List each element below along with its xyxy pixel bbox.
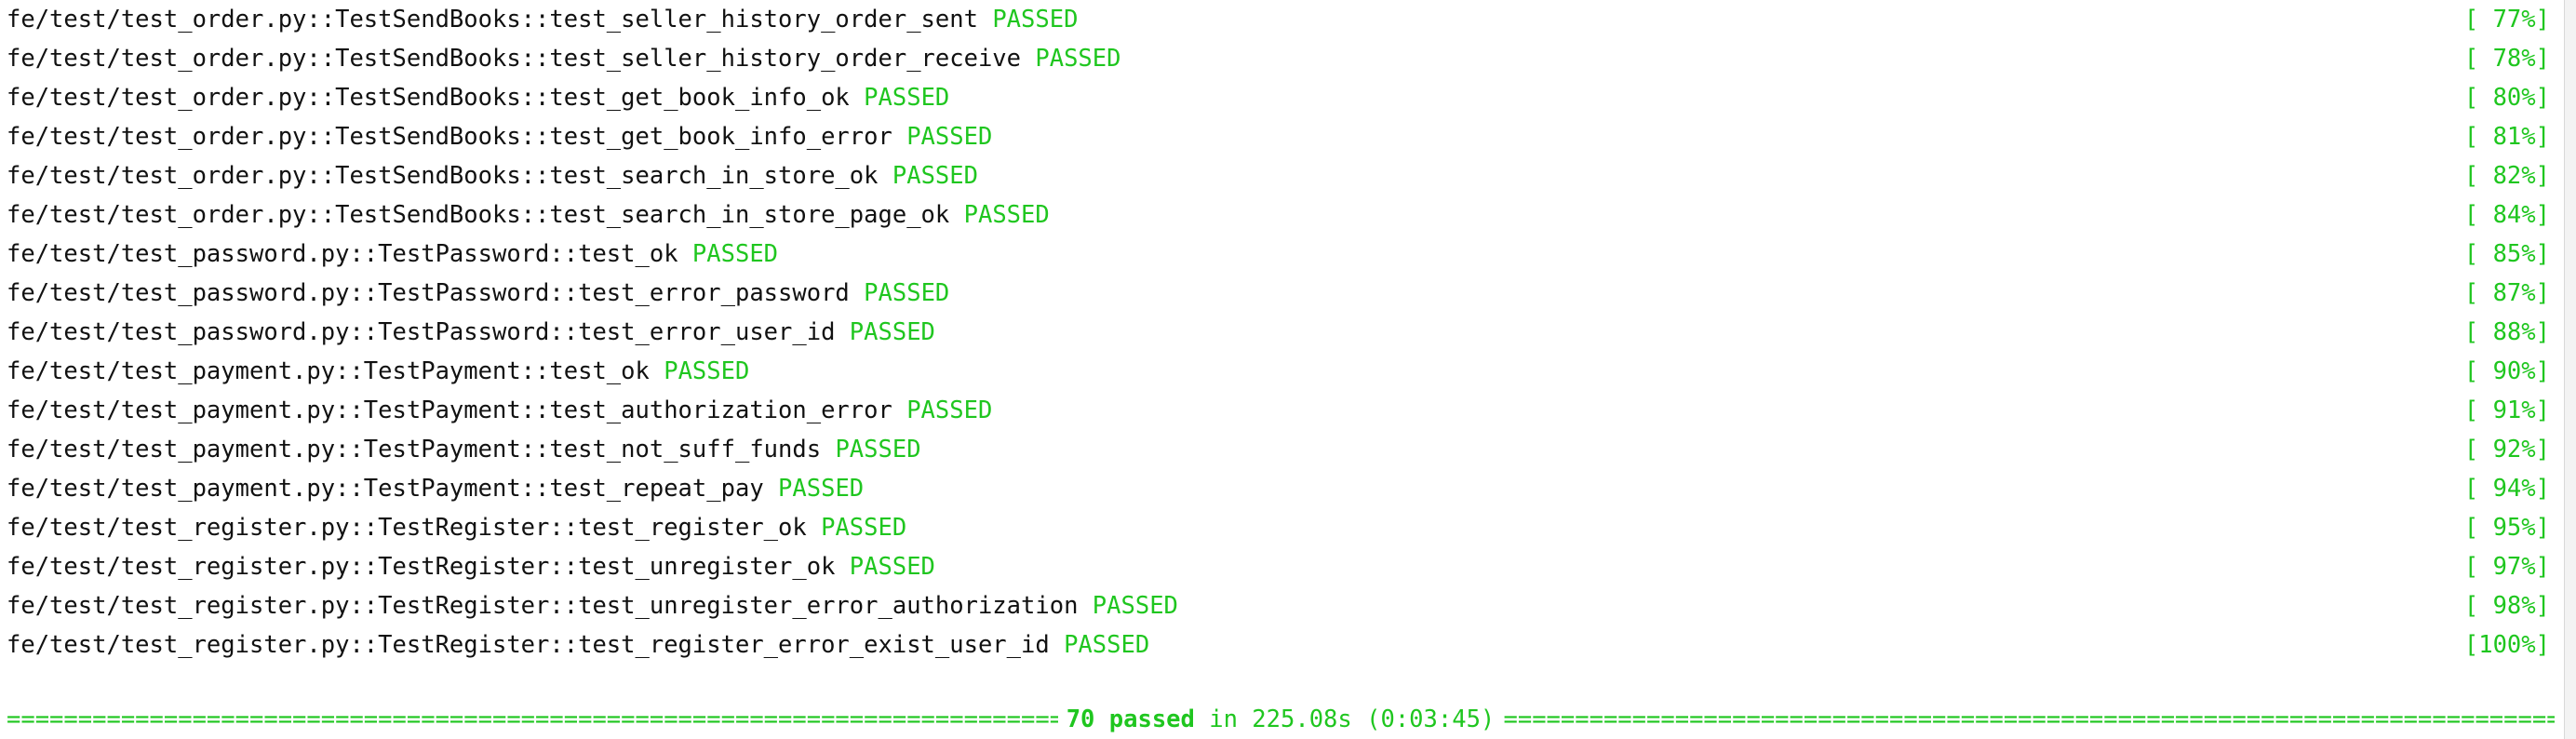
test-id: fe/test/test_password.py::TestPassword::… (7, 318, 836, 346)
test-id: fe/test/test_order.py::TestSendBooks::te… (7, 201, 950, 229)
test-id: fe/test/test_register.py::TestRegister::… (7, 631, 1050, 659)
test-progress: [ 77%] (2463, 6, 2550, 34)
test-progress: [ 97%] (2463, 553, 2550, 581)
test-id: fe/test/test_order.py::TestSendBooks::te… (7, 45, 1022, 73)
test-result-line: fe/test/test_order.py::TestSendBooks::te… (7, 0, 2564, 39)
test-status: PASSED (1064, 631, 1150, 659)
summary-count: 70 passed (1066, 705, 1195, 733)
test-progress: [ 85%] (2463, 240, 2550, 268)
test-id: fe/test/test_register.py::TestRegister::… (7, 553, 836, 581)
test-progress: [ 98%] (2463, 592, 2550, 620)
test-status: PASSED (664, 357, 750, 385)
test-id: fe/test/test_register.py::TestRegister::… (7, 592, 1079, 620)
test-id: fe/test/test_password.py::TestPassword::… (7, 279, 850, 307)
test-status: PASSED (849, 553, 935, 581)
test-id: fe/test/test_payment.py::TestPayment::te… (7, 396, 892, 424)
test-progress: [ 80%] (2463, 84, 2550, 112)
test-status: PASSED (778, 475, 865, 503)
test-result-line: fe/test/test_payment.py::TestPayment::te… (7, 352, 2564, 391)
test-progress: [ 95%] (2463, 514, 2550, 542)
summary-line: ========================================… (7, 700, 2555, 739)
summary-duration: in 225.08s (0:03:45) (1209, 705, 1496, 733)
test-result-line: fe/test/test_order.py::TestSendBooks::te… (7, 39, 2564, 78)
test-id: fe/test/test_order.py::TestSendBooks::te… (7, 6, 978, 34)
summary-text: 70 passed in 225.08s (0:03:45) (1058, 700, 1504, 739)
test-id: fe/test/test_order.py::TestSendBooks::te… (7, 123, 892, 151)
test-progress: [ 81%] (2463, 123, 2550, 151)
test-result-line: fe/test/test_order.py::TestSendBooks::te… (7, 117, 2564, 156)
test-result-line: fe/test/test_payment.py::TestPayment::te… (7, 430, 2564, 469)
test-status: PASSED (963, 201, 1050, 229)
terminal-output: fe/test/test_order.py::TestSendBooks::te… (0, 0, 2564, 739)
test-progress: [ 82%] (2463, 162, 2550, 190)
test-result-line: fe/test/test_order.py::TestSendBooks::te… (7, 78, 2564, 117)
test-status: PASSED (864, 84, 950, 112)
test-status: PASSED (691, 240, 779, 268)
test-status: PASSED (892, 162, 978, 190)
test-id: fe/test/test_password.py::TestPassword::… (7, 240, 678, 268)
test-result-line: fe/test/test_order.py::TestSendBooks::te… (7, 195, 2564, 235)
test-result-line: fe/test/test_register.py::TestRegister::… (7, 625, 2564, 665)
test-progress: [ 88%] (2463, 318, 2550, 346)
summary-rule-left: ========================================… (7, 705, 1058, 733)
test-status: PASSED (992, 6, 1079, 34)
test-status: PASSED (821, 514, 907, 542)
test-progress: [100%] (2463, 631, 2550, 659)
test-progress: [ 78%] (2463, 45, 2550, 73)
test-id: fe/test/test_order.py::TestSendBooks::te… (7, 84, 850, 112)
test-result-line: fe/test/test_password.py::TestPassword::… (7, 274, 2564, 313)
test-result-line: fe/test/test_payment.py::TestPayment::te… (7, 469, 2564, 508)
test-progress: [ 90%] (2463, 357, 2550, 385)
test-id: fe/test/test_payment.py::TestPayment::te… (7, 357, 650, 385)
test-id: fe/test/test_payment.py::TestPayment::te… (7, 436, 822, 464)
test-status: PASSED (849, 318, 935, 346)
test-result-line: fe/test/test_password.py::TestPassword::… (7, 313, 2564, 352)
test-status: PASSED (1092, 592, 1178, 620)
test-result-line: fe/test/test_register.py::TestRegister::… (7, 508, 2564, 547)
test-status: PASSED (906, 396, 993, 424)
test-progress: [ 92%] (2463, 436, 2550, 464)
test-progress: [ 84%] (2463, 201, 2550, 229)
test-id: fe/test/test_register.py::TestRegister::… (7, 514, 807, 542)
test-result-line: fe/test/test_password.py::TestPassword::… (7, 235, 2564, 274)
test-status: PASSED (864, 279, 950, 307)
vertical-scrollbar[interactable] (2564, 0, 2576, 739)
test-id: fe/test/test_order.py::TestSendBooks::te… (7, 162, 879, 190)
test-progress: [ 91%] (2463, 396, 2550, 424)
test-result-line: fe/test/test_register.py::TestRegister::… (7, 586, 2564, 625)
test-result-line: fe/test/test_order.py::TestSendBooks::te… (7, 156, 2564, 195)
test-progress: [ 94%] (2463, 475, 2550, 503)
summary-rule-right: ========================================… (1503, 705, 2555, 733)
test-result-line: fe/test/test_register.py::TestRegister::… (7, 547, 2564, 586)
test-status: PASSED (1035, 45, 1121, 73)
test-status: PASSED (835, 436, 921, 464)
test-result-line: fe/test/test_payment.py::TestPayment::te… (7, 391, 2564, 430)
test-status: PASSED (906, 123, 993, 151)
test-progress: [ 87%] (2463, 279, 2550, 307)
test-id: fe/test/test_payment.py::TestPayment::te… (7, 475, 764, 503)
